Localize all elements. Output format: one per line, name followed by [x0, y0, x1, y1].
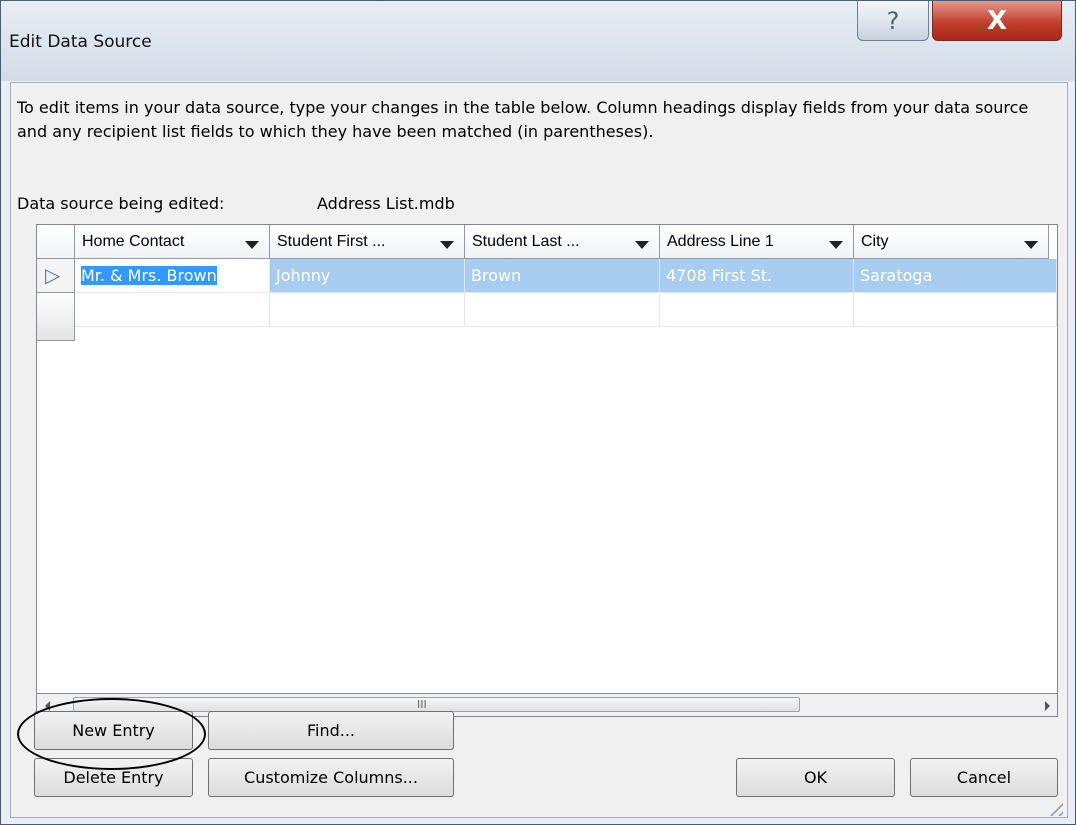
- data-source-filename: Address List.mdb: [317, 194, 455, 213]
- column-header-label: Address Line 1: [667, 233, 774, 250]
- table-cell[interactable]: [75, 293, 270, 327]
- scroll-right-icon[interactable]: [1045, 701, 1050, 711]
- table-cell[interactable]: Saratoga: [854, 259, 1057, 293]
- help-icon: ?: [886, 7, 900, 35]
- title-bar[interactable]: Edit Data Source ? X: [1, 1, 1075, 81]
- scrollbar-thumb[interactable]: III: [73, 697, 800, 712]
- scroll-left-icon[interactable]: [45, 701, 50, 711]
- customize-columns-button[interactable]: Customize Columns...: [208, 758, 454, 797]
- column-header-label: Student Last ...: [472, 233, 580, 250]
- data-source-label: Data source being edited:: [17, 194, 225, 213]
- table-cell[interactable]: Mr. & Mrs. Brown: [75, 259, 270, 293]
- grid-corner-header: [37, 225, 75, 259]
- column-header-label: Home Contact: [82, 233, 185, 250]
- data-grid[interactable]: Home Contact Student First ... Student L…: [36, 224, 1058, 694]
- dropdown-arrow-icon[interactable]: [635, 241, 649, 249]
- table-cell[interactable]: 4708 First St.: [660, 259, 854, 293]
- instructions-text: To edit items in your data source, type …: [17, 98, 1029, 141]
- column-header-home-contact[interactable]: Home Contact: [75, 225, 270, 259]
- table-cell[interactable]: [854, 293, 1057, 327]
- ok-button[interactable]: OK: [736, 758, 895, 797]
- delete-entry-button[interactable]: Delete Entry: [34, 758, 193, 797]
- new-entry-button[interactable]: New Entry: [34, 711, 193, 750]
- dialog-title: Edit Data Source: [9, 32, 152, 52]
- dropdown-arrow-icon[interactable]: [440, 241, 454, 249]
- dropdown-arrow-icon[interactable]: [245, 241, 259, 249]
- table-cell[interactable]: [270, 293, 465, 327]
- row-header-new[interactable]: [37, 293, 75, 341]
- cancel-button[interactable]: Cancel: [910, 758, 1058, 797]
- column-header-label: City: [861, 233, 889, 250]
- close-icon: X: [986, 6, 1008, 36]
- table-cell[interactable]: [465, 293, 660, 327]
- find-button[interactable]: Find...: [208, 711, 454, 750]
- row-header-current[interactable]: ▷: [37, 259, 75, 293]
- dropdown-arrow-icon[interactable]: [829, 241, 843, 249]
- table-cell[interactable]: [660, 293, 854, 327]
- dropdown-arrow-icon[interactable]: [1024, 241, 1038, 249]
- column-header-address-line-1[interactable]: Address Line 1: [660, 225, 854, 259]
- help-button[interactable]: ?: [857, 1, 929, 41]
- column-header-city[interactable]: City: [854, 225, 1049, 259]
- edit-data-source-dialog: Edit Data Source ? X To edit items in yo…: [0, 0, 1076, 825]
- table-cell[interactable]: Johnny: [270, 259, 465, 293]
- scrollbar-grip: III: [417, 698, 427, 711]
- current-row-indicator-icon: ▷: [45, 263, 61, 287]
- table-cell[interactable]: Brown: [465, 259, 660, 293]
- column-header-student-last[interactable]: Student Last ...: [465, 225, 660, 259]
- close-button[interactable]: X: [932, 1, 1062, 41]
- column-header-student-first[interactable]: Student First ...: [270, 225, 465, 259]
- cell-text-selected[interactable]: Mr. & Mrs. Brown: [81, 266, 217, 285]
- column-header-label: Student First ...: [277, 233, 386, 250]
